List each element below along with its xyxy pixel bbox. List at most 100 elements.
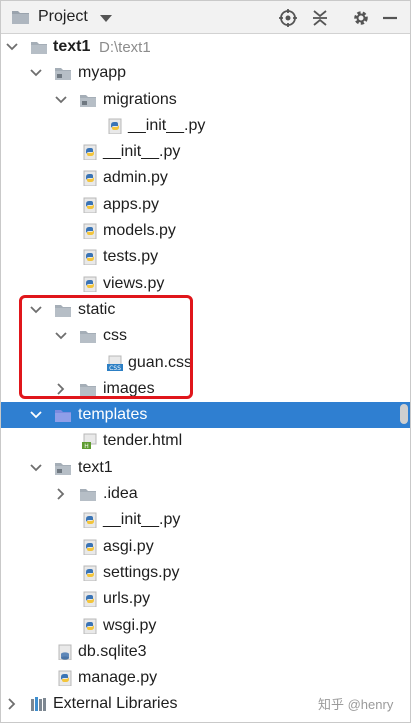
html-file-icon: H <box>81 433 99 450</box>
chevron-right-icon[interactable] <box>6 698 18 711</box>
tree-node-myapp-init[interactable]: __init__.py <box>1 139 410 165</box>
tree-node-label: tests.py <box>103 248 159 266</box>
python-file-icon <box>83 618 97 634</box>
tree-node-label: templates <box>78 406 148 424</box>
tree-node-guan-css[interactable]: CSS guan.css <box>1 350 410 376</box>
chevron-down-icon[interactable] <box>55 330 67 342</box>
tree-node-label: text1 <box>78 458 113 476</box>
chevron-right-icon[interactable] <box>55 382 67 395</box>
python-file-icon <box>83 223 97 240</box>
folder-icon <box>55 304 71 317</box>
python-file-icon <box>83 276 97 292</box>
chevron-right-icon[interactable] <box>55 488 67 500</box>
libraries-icon <box>30 696 48 712</box>
tree-node-templates[interactable]: templates <box>1 402 410 429</box>
chevron-down-icon[interactable] <box>30 462 42 474</box>
tree-node-manage[interactable]: manage.py <box>1 665 410 691</box>
chevron-down-icon[interactable] <box>6 41 18 53</box>
python-file-icon <box>83 591 97 608</box>
tree-node-idea[interactable]: .idea <box>1 481 410 507</box>
tree-node-label: static <box>78 300 116 318</box>
tree-node-text1-package[interactable]: text1 <box>1 455 410 481</box>
tree-node-label: manage.py <box>78 669 158 687</box>
tree-node-label: apps.py <box>103 195 160 213</box>
svg-text:CSS: CSS <box>109 365 121 371</box>
locate-icon[interactable] <box>278 8 298 28</box>
hide-icon[interactable] <box>381 8 399 28</box>
tree-node-db-sqlite3[interactable]: db.sqlite3 <box>1 639 410 665</box>
package-folder-icon <box>55 68 71 81</box>
tree-node-label: urls.py <box>103 590 151 608</box>
python-file-icon <box>83 512 97 529</box>
tree-node-admin[interactable]: admin.py <box>1 165 410 191</box>
tree-node-images[interactable]: images <box>1 376 410 402</box>
package-folder-icon <box>55 462 71 475</box>
database-file-icon <box>56 644 74 661</box>
project-toolbar: Project <box>1 1 410 34</box>
tree-node-label: db.sqlite3 <box>78 642 147 660</box>
tree-node-views[interactable]: views.py <box>1 271 410 297</box>
tree-node-label: __init__.py <box>103 143 181 161</box>
tree-node-myapp[interactable]: myapp <box>1 60 410 86</box>
tree-node-label: tender.html <box>103 432 183 450</box>
tree-node-css[interactable]: css <box>1 323 410 349</box>
tree-node-settings[interactable]: settings.py <box>1 560 410 586</box>
tree-node-label: images <box>103 379 155 397</box>
tree-node-asgi[interactable]: asgi.py <box>1 534 410 560</box>
python-file-icon <box>83 565 97 581</box>
templates-folder-icon <box>54 407 72 423</box>
project-path: D:\text1 <box>99 39 151 56</box>
python-file-icon <box>108 118 122 134</box>
tree-node-label: .idea <box>103 485 138 503</box>
python-file-icon <box>83 170 97 187</box>
python-file-icon <box>83 144 97 161</box>
tree-node-label: css <box>103 327 127 345</box>
project-view-title[interactable]: Project <box>38 8 88 26</box>
chevron-down-icon[interactable] <box>30 409 42 421</box>
view-dropdown-icon[interactable] <box>100 15 112 22</box>
python-file-icon <box>83 249 97 266</box>
folder-icon <box>80 331 96 344</box>
tree-node-label: asgi.py <box>103 537 154 555</box>
tree-node-migrations[interactable]: migrations <box>1 87 410 113</box>
tree-node-label: admin.py <box>103 169 168 187</box>
tree-node-label: views.py <box>103 274 165 292</box>
tree-node-text1-init[interactable]: __init__.py <box>1 507 410 533</box>
tree-node-label: models.py <box>103 222 176 240</box>
tree-node-apps[interactable]: apps.py <box>1 192 410 218</box>
tree-node-urls[interactable]: urls.py <box>1 586 410 612</box>
tree-node-tender-html[interactable]: H tender.html <box>1 428 410 454</box>
chevron-down-icon[interactable] <box>30 304 42 316</box>
tree-node-label: guan.css <box>128 353 193 371</box>
tree-node-migrations-init[interactable]: __init__.py <box>1 113 410 139</box>
tree-node-label: External Libraries <box>53 695 178 713</box>
chevron-down-icon[interactable] <box>55 94 67 106</box>
tree-node-label: myapp <box>78 64 127 82</box>
tree-node-static[interactable]: static <box>1 297 410 323</box>
tree-node-label: __init__.py <box>103 511 181 529</box>
package-folder-icon <box>80 94 96 107</box>
project-folder-icon <box>12 9 29 24</box>
collapse-all-icon[interactable] <box>310 8 330 28</box>
chevron-down-icon[interactable] <box>30 67 42 79</box>
tree-node-label: wsgi.py <box>103 616 157 634</box>
vertical-scrollbar[interactable] <box>400 404 408 424</box>
tree-node-tests[interactable]: tests.py <box>1 244 410 270</box>
tree-node-wsgi[interactable]: wsgi.py <box>1 613 410 639</box>
tree-node-models[interactable]: models.py <box>1 218 410 244</box>
tree-node-label: text1 <box>53 38 91 55</box>
folder-icon <box>31 42 47 54</box>
python-file-icon <box>83 197 97 213</box>
tree-node-label: migrations <box>103 90 177 108</box>
python-file-icon <box>83 539 97 555</box>
settings-icon[interactable] <box>351 8 371 28</box>
css-file-icon: CSS <box>106 355 124 372</box>
tree-node-label: settings.py <box>103 563 180 581</box>
folder-icon <box>80 383 96 396</box>
folder-icon <box>80 489 96 502</box>
tree-node-label: __init__.py <box>128 116 206 134</box>
python-file-icon <box>58 670 72 687</box>
project-tree: text1 D:\text1 myapp migrations __init__… <box>1 34 410 718</box>
watermark: 知乎 @henry <box>318 697 394 712</box>
tree-node-text1-root[interactable]: text1 D:\text1 <box>1 34 410 60</box>
